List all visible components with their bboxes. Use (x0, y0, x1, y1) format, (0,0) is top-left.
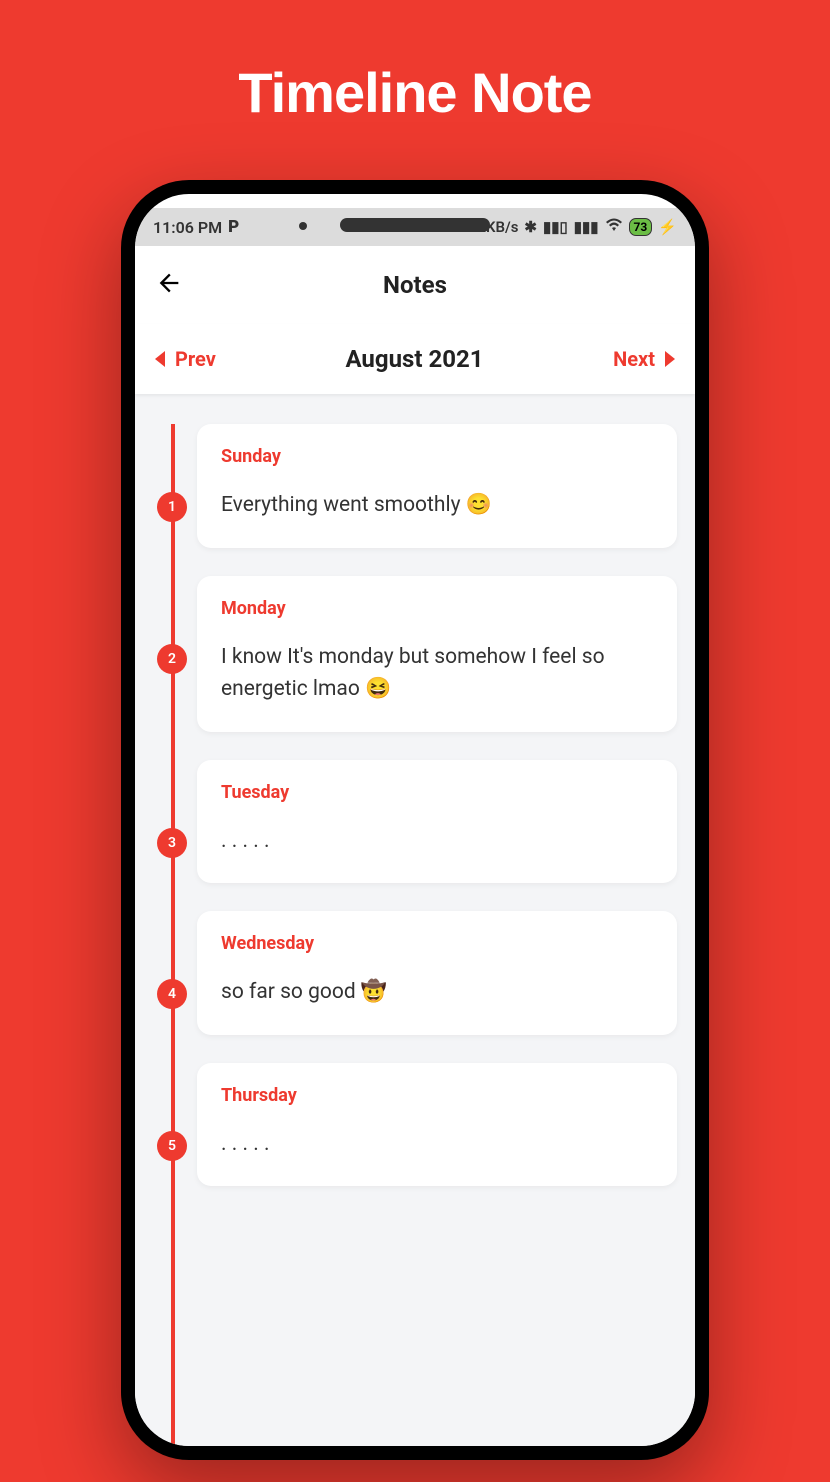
day-number-badge: 2 (157, 644, 187, 674)
phone-screen: 11:06 PM P 1.2KB/s ✱ ▮▮▯ ▮▮▮ 73 ⚡ Notes (135, 194, 695, 1446)
signal-icon-2: ▮▮▮ (574, 218, 599, 236)
note-body: . . . . . (221, 1128, 653, 1161)
note-card[interactable]: Sunday Everything went smoothly 😊 (197, 424, 677, 548)
bluetooth-icon: ✱ (524, 218, 537, 236)
wifi-icon (605, 218, 623, 236)
note-card[interactable]: Thursday . . . . . (197, 1063, 677, 1187)
prev-label: Prev (175, 347, 216, 371)
battery-icon: 73 (629, 218, 653, 236)
status-bar: 11:06 PM P 1.2KB/s ✱ ▮▮▯ ▮▮▮ 73 ⚡ (135, 208, 695, 246)
camera-dot (299, 222, 307, 230)
charging-icon: ⚡ (658, 218, 677, 236)
timeline-entry: 2 Monday I know It's monday but somehow … (197, 576, 677, 732)
back-button[interactable] (155, 269, 183, 302)
timeline-entry: 4 Wednesday so far so good 🤠 (197, 911, 677, 1035)
carrier-icon: P (228, 217, 239, 237)
chevron-right-icon (665, 351, 675, 367)
next-label: Next (613, 347, 655, 371)
timeline-entry: 5 Thursday . . . . . (197, 1063, 677, 1187)
chevron-left-icon (155, 351, 165, 367)
timeline-entry: 1 Sunday Everything went smoothly 😊 (197, 424, 677, 548)
prev-month-button[interactable]: Prev (155, 347, 216, 371)
note-day-label: Tuesday (221, 782, 653, 803)
month-label: August 2021 (345, 345, 483, 373)
day-number-badge: 3 (157, 828, 187, 858)
timeline-line (171, 424, 175, 1446)
note-card[interactable]: Tuesday . . . . . (197, 760, 677, 884)
month-navigator: Prev August 2021 Next (135, 324, 695, 394)
note-body: I know It's monday but somehow I feel so… (221, 641, 653, 706)
note-body: so far so good 🤠 (221, 976, 653, 1009)
note-day-label: Thursday (221, 1085, 653, 1106)
phone-frame: 11:06 PM P 1.2KB/s ✱ ▮▮▯ ▮▮▮ 73 ⚡ Notes (121, 180, 709, 1460)
note-body: Everything went smoothly 😊 (221, 489, 653, 522)
note-day-label: Sunday (221, 446, 653, 467)
timeline-list[interactable]: 1 Sunday Everything went smoothly 😊 2 Mo… (135, 394, 695, 1446)
note-card[interactable]: Wednesday so far so good 🤠 (197, 911, 677, 1035)
day-number-badge: 4 (157, 979, 187, 1009)
note-day-label: Wednesday (221, 933, 653, 954)
page-title: Notes (383, 271, 447, 299)
app-bar: Notes (135, 246, 695, 324)
note-card[interactable]: Monday I know It's monday but somehow I … (197, 576, 677, 732)
status-time: 11:06 PM (153, 218, 222, 237)
day-number-badge: 1 (157, 492, 187, 522)
promo-title: Timeline Note (0, 0, 830, 125)
note-body: . . . . . (221, 825, 653, 858)
next-month-button[interactable]: Next (613, 347, 675, 371)
signal-icon: ▮▮▯ (543, 218, 568, 236)
day-number-badge: 5 (157, 1131, 187, 1161)
note-day-label: Monday (221, 598, 653, 619)
timeline-entry: 3 Tuesday . . . . . (197, 760, 677, 884)
data-rate: 1.2KB/s (465, 218, 519, 236)
